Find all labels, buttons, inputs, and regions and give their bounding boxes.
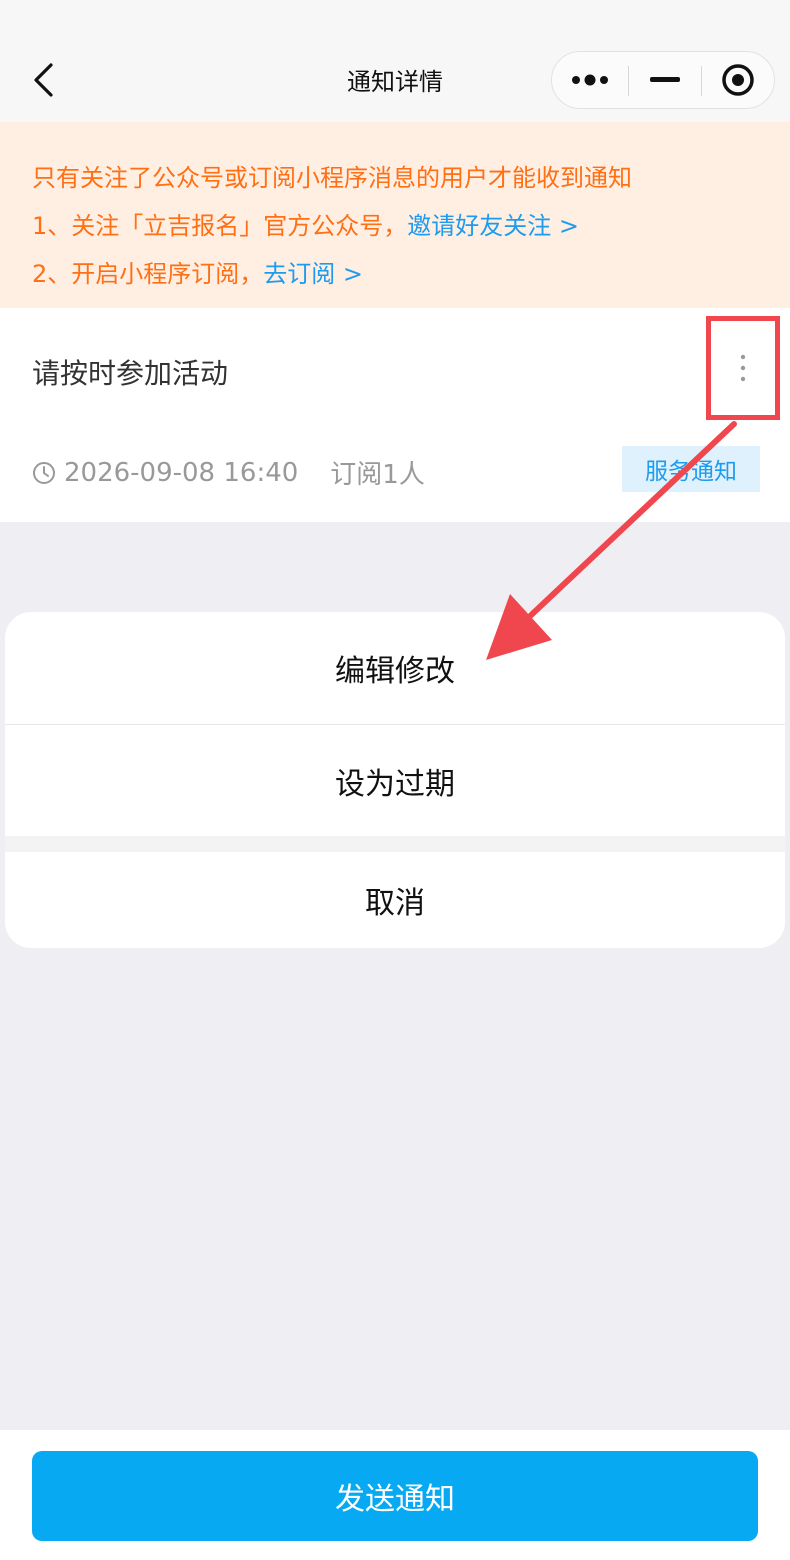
invite-friends-link[interactable]: 邀请好友关注 > xyxy=(407,212,579,240)
edit-button[interactable]: 编辑修改 xyxy=(5,612,785,724)
mini-program-capsule xyxy=(551,51,775,109)
minimize-icon xyxy=(650,77,680,82)
bottom-bar: 发送通知 xyxy=(0,1430,790,1560)
more-menu-button[interactable] xyxy=(552,52,628,108)
notification-type-badge: 服务通知 xyxy=(622,446,760,492)
notification-card: 请按时参加活动 2026-09-08 16:40 订阅1人 服务通知 xyxy=(0,308,790,522)
minimize-button[interactable] xyxy=(629,52,701,108)
set-expired-button[interactable]: 设为过期 xyxy=(5,724,785,836)
notification-datetime: 2026-09-08 16:40 xyxy=(64,457,299,488)
cancel-button[interactable]: 取消 xyxy=(5,852,785,948)
notification-meta: 2026-09-08 16:40 订阅1人 xyxy=(32,454,425,491)
notice-line-3-text: 2、开启小程序订阅， xyxy=(32,260,264,288)
screen: 通知详情 只有关注了公众号或订阅小程序消息的用户才能收到通知 1、关注「立吉报名… xyxy=(0,0,790,1560)
send-notification-button[interactable]: 发送通知 xyxy=(32,1451,758,1541)
target-circle-icon xyxy=(722,64,754,96)
clock-icon xyxy=(33,461,55,484)
notice-line-2-text: 1、关注「立吉报名」官方公众号， xyxy=(32,212,408,240)
vertical-dots-icon xyxy=(740,354,746,382)
subscriber-count: 订阅1人 xyxy=(330,460,425,490)
notification-title: 请按时参加活动 xyxy=(32,357,229,390)
close-mini-program-button[interactable] xyxy=(702,52,774,108)
action-sheet: 编辑修改 设为过期 取消 xyxy=(5,612,785,948)
notice-line-3: 2、开启小程序订阅，去订阅 > xyxy=(32,250,790,298)
more-options-button[interactable] xyxy=(706,316,780,420)
notice-line-2: 1、关注「立吉报名」官方公众号，邀请好友关注 > xyxy=(32,202,790,250)
action-sheet-divider xyxy=(5,836,785,852)
more-dots-icon xyxy=(572,74,608,86)
navigation-bar: 通知详情 xyxy=(0,0,790,122)
subscription-notice-banner: 只有关注了公众号或订阅小程序消息的用户才能收到通知 1、关注「立吉报名」官方公众… xyxy=(0,122,790,308)
subscribe-link[interactable]: 去订阅 > xyxy=(263,260,363,288)
notice-line-1: 只有关注了公众号或订阅小程序消息的用户才能收到通知 xyxy=(32,164,632,192)
